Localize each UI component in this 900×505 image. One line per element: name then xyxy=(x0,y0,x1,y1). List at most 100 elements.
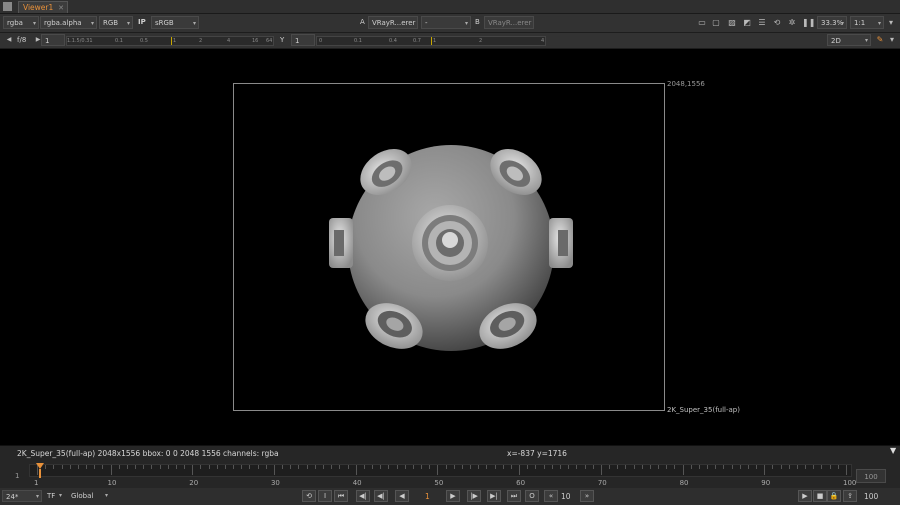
timeline-tick xyxy=(568,465,570,469)
input-process-toggle[interactable]: IP xyxy=(138,16,146,29)
gain-slider[interactable]: 1.1.5/0.31 0.1 0.5 1 2 4 16 64 xyxy=(66,36,274,46)
timeline-tick xyxy=(756,465,758,469)
skip-forward-icon[interactable]: » xyxy=(580,490,594,502)
timeline-tick xyxy=(747,465,749,469)
clipping-warning-icon[interactable]: ▢ xyxy=(711,18,721,28)
timeline-tick xyxy=(86,465,88,469)
gamma-label[interactable]: Y xyxy=(280,34,284,47)
proxy-dropdown[interactable]: 1:1 ▾ xyxy=(850,16,884,29)
fstop-decrease-icon[interactable]: ◀ xyxy=(4,35,14,45)
timeline-tick xyxy=(429,465,431,469)
timeline-tick xyxy=(208,465,210,469)
timeline-tick xyxy=(298,465,300,469)
gamma-tick: 0 xyxy=(319,38,323,44)
timeline-label: 10 xyxy=(107,479,117,487)
roi-icon[interactable]: ▭ xyxy=(697,18,707,28)
export-icon[interactable]: ⇪ xyxy=(843,490,857,502)
gamma-tick: 0.4 xyxy=(389,38,397,44)
timeline-scrubber[interactable] xyxy=(29,464,852,477)
compare-mode-dropdown[interactable]: - ▾ xyxy=(421,16,471,29)
colorspace-dropdown[interactable]: sRGB ▾ xyxy=(151,16,199,29)
chevron-down-icon: ▾ xyxy=(840,20,844,27)
previous-keyframe-icon[interactable]: ◀| xyxy=(356,490,370,502)
chevron-down-icon: ▾ xyxy=(126,20,130,27)
playback-mode-icon[interactable]: ⟲ xyxy=(302,490,316,502)
first-frame-icon[interactable]: ⏮ xyxy=(334,490,348,502)
last-frame-field[interactable]: 100 xyxy=(864,492,878,501)
play-forward-icon[interactable]: ▶ xyxy=(446,490,460,502)
alpha-channel-dropdown[interactable]: rgba.alpha ▾ xyxy=(40,16,97,29)
panel-menu-icon[interactable] xyxy=(3,2,12,11)
timeline-label: 20 xyxy=(189,479,199,487)
skip-back-icon[interactable]: « xyxy=(544,490,558,502)
gain-input[interactable]: 1 xyxy=(41,34,65,46)
step-back-icon[interactable]: ◀| xyxy=(374,490,388,502)
zoom-dropdown[interactable]: 33.3% ▾ xyxy=(817,16,847,29)
timeline-tick xyxy=(380,465,382,469)
gamma-slider-handle[interactable] xyxy=(431,37,432,45)
timeline-tick xyxy=(559,465,561,469)
chevron-down-icon[interactable]: ▾ xyxy=(886,18,896,28)
alpha-channel-value: rgba.alpha xyxy=(44,19,82,27)
flipbook-icon[interactable]: ▶ xyxy=(798,490,812,502)
timeline-label: 70 xyxy=(597,479,607,487)
pause-icon[interactable]: ❚❚ xyxy=(802,18,815,28)
timeline-tick xyxy=(764,465,766,475)
timeline-label: 1 xyxy=(34,479,39,487)
range-mode-dropdown[interactable]: Global ▾ xyxy=(68,490,110,502)
gamma-input[interactable]: 1 xyxy=(291,34,315,46)
channels-dropdown[interactable]: rgba ▾ xyxy=(3,16,39,29)
tab-viewer1[interactable]: Viewer1 ✕ xyxy=(18,1,68,13)
chevron-down-icon: ▾ xyxy=(90,20,94,27)
guides-icon[interactable]: ☰ xyxy=(757,18,767,28)
expand-toggle-icon[interactable]: ▼ xyxy=(890,446,896,455)
gain-tick: 0.1 xyxy=(115,38,123,44)
timecode-dropdown[interactable]: TF ▾ xyxy=(44,490,64,502)
viewer-toolbar-exposure: ◀ f/8 ▶ 1 1.1.5/0.31 0.1 0.5 1 2 4 16 64… xyxy=(0,33,900,49)
chevron-down-icon[interactable]: ▾ xyxy=(887,35,897,45)
next-keyframe-icon[interactable]: ▶| xyxy=(487,490,501,502)
skip-increment-field[interactable]: 10 xyxy=(561,492,571,501)
timeline-tick xyxy=(715,465,717,469)
format-info-text: 2K_Super_35(full-ap) 2048x1556 bbox: 0 0… xyxy=(17,449,279,458)
out-point-icon[interactable]: O xyxy=(525,490,539,502)
input-b-dropdown[interactable]: VRayR...erer xyxy=(484,16,534,29)
view-mode-dropdown[interactable]: 2D ▾ xyxy=(827,34,871,46)
timeline-end-frame[interactable]: 100 xyxy=(856,469,886,483)
overlay-icon[interactable]: ▨ xyxy=(727,18,737,28)
timeline-tick xyxy=(69,465,71,469)
current-frame-field[interactable]: 1 xyxy=(425,492,430,501)
lock-icon[interactable]: 🔒 xyxy=(827,490,841,502)
timeline-tick xyxy=(707,465,709,469)
pencil-icon[interactable]: ✎ xyxy=(875,35,885,45)
timeline-tick xyxy=(175,465,177,469)
timeline-tick xyxy=(837,465,839,469)
timeline-tick xyxy=(617,465,619,469)
refresh-icon[interactable]: ⟲ xyxy=(772,18,782,28)
gamma-tick: 4 xyxy=(541,38,545,44)
fstop-label[interactable]: f/8 xyxy=(17,34,26,47)
play-backward-icon[interactable]: ◀ xyxy=(395,490,409,502)
fps-dropdown[interactable]: 24* ▾ xyxy=(2,490,42,502)
timeline-tick xyxy=(110,465,112,475)
render-icon[interactable]: ■ xyxy=(813,490,827,502)
close-icon[interactable]: ✕ xyxy=(58,2,64,14)
timeline-tick xyxy=(372,465,374,469)
settings-icon[interactable]: ✲ xyxy=(787,18,797,28)
timeline-tick xyxy=(224,465,226,469)
step-forward-icon[interactable]: |▶ xyxy=(467,490,481,502)
timeline-tick xyxy=(609,465,611,469)
display-channel-dropdown[interactable]: RGB ▾ xyxy=(99,16,133,29)
gain-slider-handle[interactable] xyxy=(171,37,172,45)
gamma-slider[interactable]: 0 0.1 0.4 0.7 1 2 4 xyxy=(316,36,546,46)
gain-tick: 1.1.5/0.31 xyxy=(67,38,93,44)
in-point-icon[interactable]: I xyxy=(318,490,332,502)
timeline-tick xyxy=(453,465,455,469)
last-frame-icon[interactable]: ⏭ xyxy=(507,490,521,502)
chevron-down-icon: ▾ xyxy=(877,20,881,27)
timeline-tick xyxy=(331,465,333,469)
timeline-tick xyxy=(527,465,529,469)
mask-icon[interactable]: ◩ xyxy=(742,18,752,28)
timeline-tick xyxy=(192,465,194,475)
input-a-dropdown[interactable]: VRayR...erer xyxy=(368,16,418,29)
